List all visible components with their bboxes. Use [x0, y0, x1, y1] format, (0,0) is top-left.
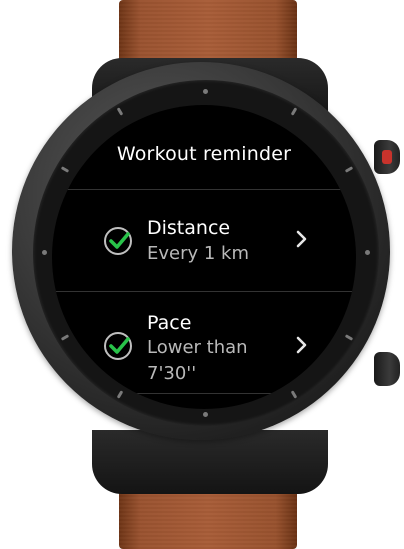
bezel-marker [290, 107, 298, 116]
bezel-marker [203, 89, 208, 94]
check-circle-icon [104, 332, 132, 360]
chevron-right-icon [296, 336, 308, 358]
bezel-marker [344, 166, 354, 173]
reminder-item-value-line2: 7'30'' [147, 363, 197, 384]
screen-title: Workout reminder [116, 143, 292, 165]
reminder-item-distance[interactable]: Distance Every 1 km [52, 190, 356, 290]
watch-screen: Workout reminder Distance Every 1 km Pac… [52, 105, 356, 409]
crown-button-top[interactable] [374, 140, 400, 174]
crown-accent [382, 150, 392, 164]
reminder-item-pace[interactable]: Pace Lower than 7'30'' [52, 292, 356, 397]
reminder-item-label: Distance [147, 217, 231, 239]
bezel-marker [42, 250, 47, 255]
bezel-marker [60, 166, 70, 173]
chevron-right-icon [296, 230, 308, 252]
bezel-marker [365, 250, 370, 255]
bezel-marker [203, 412, 208, 417]
reminder-item-value: Lower than [147, 337, 248, 358]
reminder-item-value: Every 1 km [147, 243, 250, 264]
divider [52, 393, 356, 394]
bezel-marker [116, 107, 124, 116]
check-circle-icon [104, 227, 132, 255]
crown-button-bottom[interactable] [374, 352, 400, 386]
reminder-item-label: Pace [147, 312, 192, 334]
